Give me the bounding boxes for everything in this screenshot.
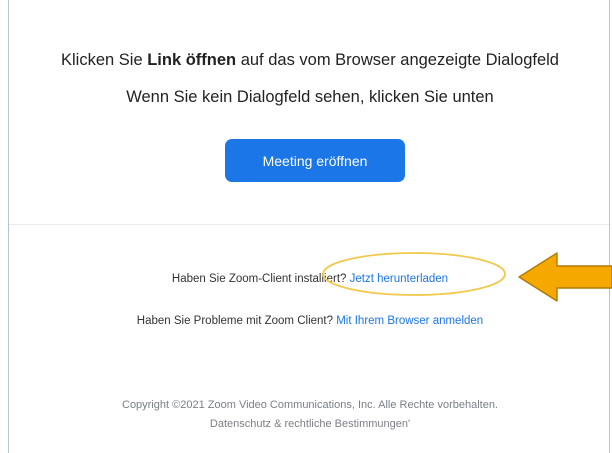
launch-meeting-button[interactable]: Meeting eröffnen: [225, 139, 405, 182]
legal-link[interactable]: Datenschutz & rechtliche Bestimmungen': [9, 418, 611, 430]
browser-join-question: Haben Sie Probleme mit Zoom Client?: [136, 315, 337, 327]
browser-join-link[interactable]: Mit Ihrem Browser anmelden: [336, 315, 483, 327]
section-divider: [9, 224, 609, 225]
browser-join-row: Haben Sie Probleme mit Zoom Client? Mit …: [9, 315, 611, 327]
download-question: Haben Sie Zoom-Client installiert?: [171, 273, 350, 285]
download-link[interactable]: Jetzt herunterladen: [350, 273, 448, 285]
download-row: Haben Sie Zoom-Client installiert? Jetzt…: [9, 273, 611, 285]
prompt-line-1-suffix: auf das vom Browser angezeigte Dialogfel…: [236, 51, 559, 69]
prompt-line-1: Klicken Sie Link öffnen auf das vom Brow…: [9, 51, 611, 70]
copyright-text: Copyright ©2021 Zoom Video Communication…: [122, 399, 498, 411]
prompt-line-2: Wenn Sie kein Dialogfeld sehen, klicken …: [126, 88, 494, 106]
prompt-line-1-bold: Link öffnen: [147, 51, 237, 69]
prompt-line-1-prefix: Klicken Sie: [61, 51, 148, 69]
zoom-launch-panel: Klicken Sie Link öffnen auf das vom Brow…: [8, 0, 610, 453]
